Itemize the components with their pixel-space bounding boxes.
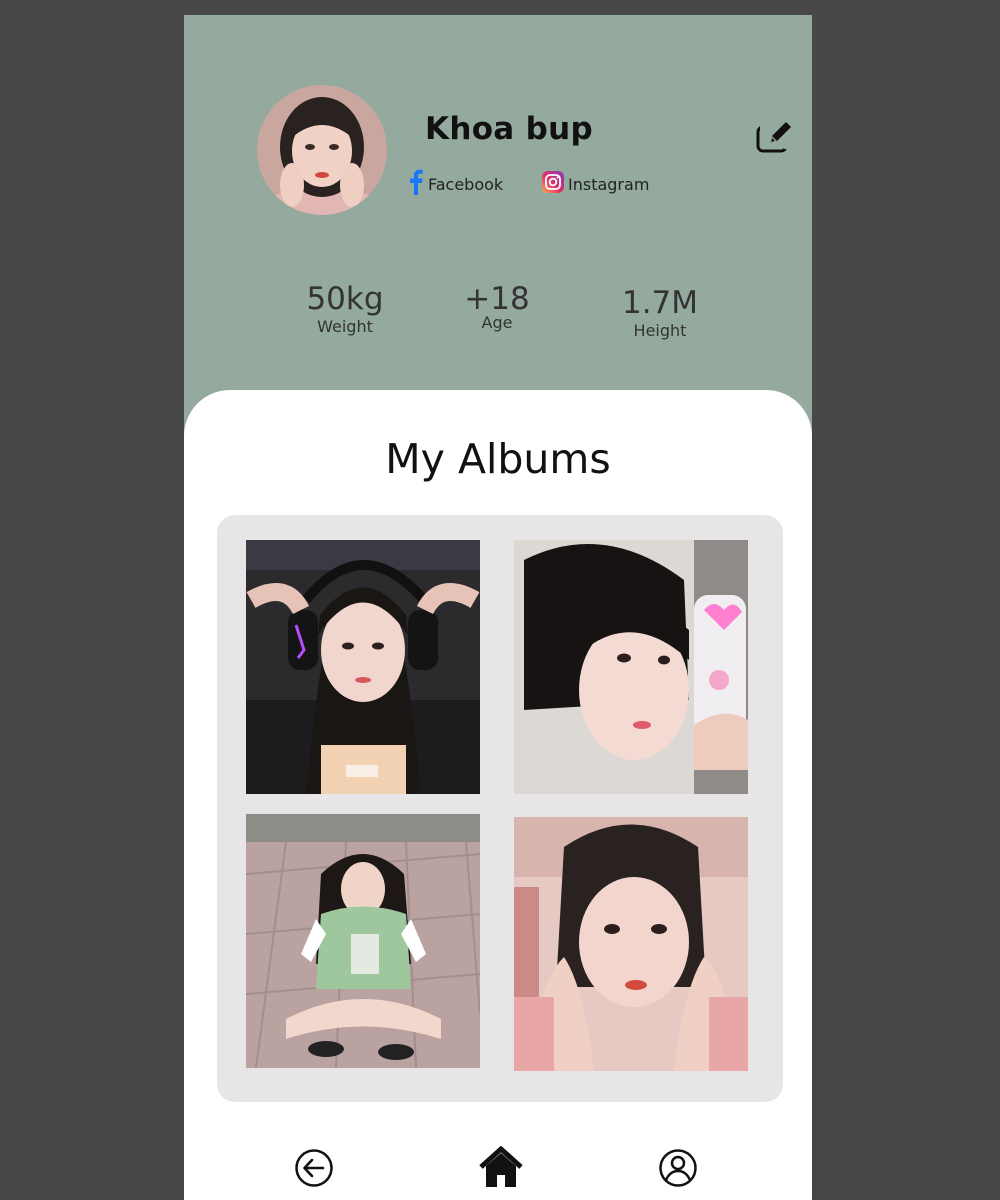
profile-name: Khoa bup bbox=[425, 111, 593, 147]
instagram-label: Instagram bbox=[568, 174, 650, 194]
facebook-label: Facebook bbox=[428, 174, 504, 194]
phone-screen: Khoa bup Facebook Instagram 50kg Weight … bbox=[184, 15, 812, 1200]
instagram-link[interactable]: Instagram bbox=[542, 171, 649, 197]
album-photo-4[interactable] bbox=[514, 817, 748, 1071]
album-photo-3[interactable] bbox=[246, 814, 480, 1068]
stat-height: 1.7M Height bbox=[605, 285, 715, 341]
back-arrow-icon[interactable] bbox=[294, 1148, 334, 1192]
stat-height-value: 1.7M bbox=[621, 285, 699, 321]
stat-age-label: Age bbox=[481, 313, 513, 332]
profile-avatar[interactable] bbox=[257, 85, 387, 215]
stat-weight-label: Weight bbox=[317, 317, 373, 336]
instagram-icon bbox=[542, 171, 564, 197]
album-photo-2[interactable] bbox=[514, 540, 748, 794]
stat-weight-value: 50kg bbox=[306, 281, 384, 317]
albums-title: My Albums bbox=[385, 435, 611, 483]
facebook-link[interactable]: Facebook bbox=[408, 169, 504, 199]
user-icon[interactable] bbox=[658, 1148, 698, 1192]
home-icon[interactable] bbox=[478, 1145, 524, 1192]
edit-icon[interactable] bbox=[754, 119, 794, 155]
stat-height-label: Height bbox=[633, 321, 687, 340]
facebook-icon bbox=[408, 169, 424, 199]
albums-grid bbox=[217, 515, 783, 1102]
stat-age: +18 Age bbox=[442, 281, 552, 333]
album-photo-1[interactable] bbox=[246, 540, 480, 794]
stat-age-value: +18 bbox=[464, 281, 530, 317]
stat-weight: 50kg Weight bbox=[290, 281, 400, 337]
albums-sheet: My Albums bbox=[184, 390, 812, 1200]
